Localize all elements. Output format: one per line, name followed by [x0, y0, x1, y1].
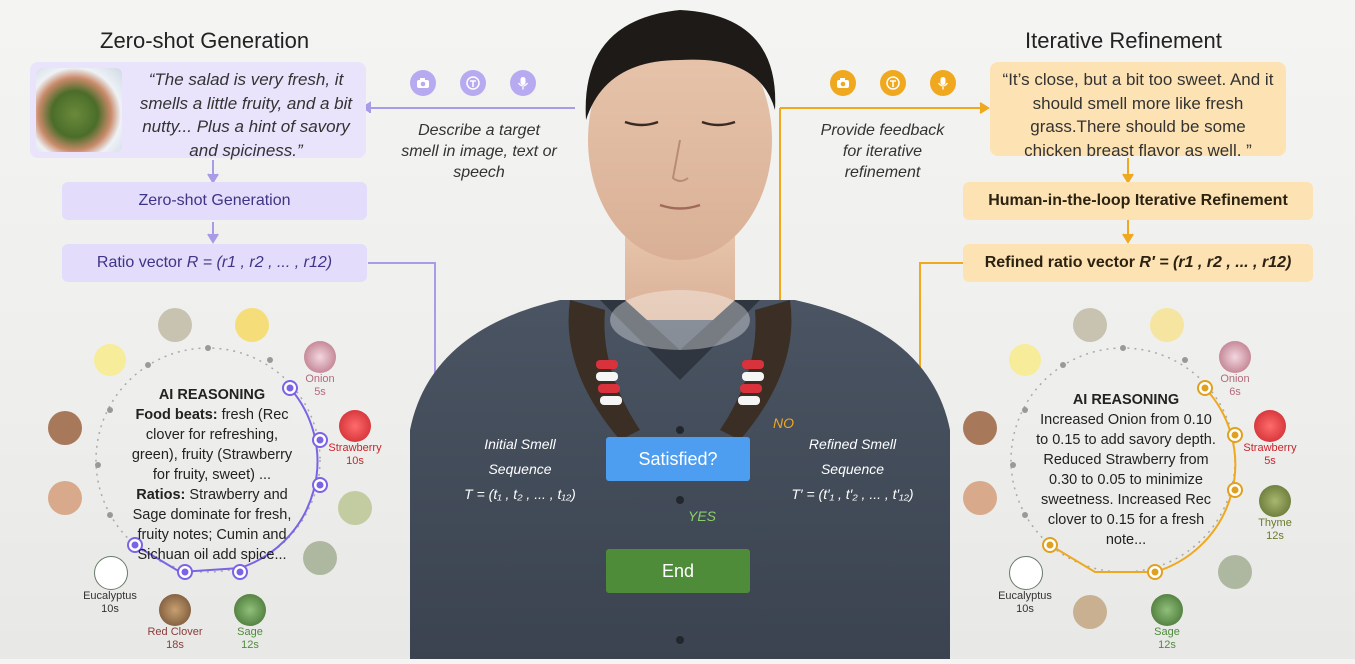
text-icon[interactable] [460, 70, 486, 96]
right-quote-card: “It’s close, but a bit too sweet. And it… [990, 62, 1286, 160]
ingredient-label: Sage 12s [1154, 626, 1180, 651]
refined-smell-sequence: Refined Smell Sequence T′ = (t′₁ , t′₂ ,… [780, 432, 925, 507]
left-describe-text: Describe a target smell in image, text o… [401, 122, 557, 181]
sage-icon [234, 594, 266, 626]
ingredient-onion-right: Onion 6s [1200, 341, 1270, 399]
zero-shot-generation-box: Zero-shot Generation [62, 182, 367, 220]
initial-seq-formula: T = (t₁ , t₂ , ... , t₁₂) [464, 486, 576, 502]
eucalyptus-icon [1009, 556, 1043, 590]
ingredient-label: Onion 5s [305, 373, 335, 398]
left-reasoning-food-label: Food beats: [135, 407, 218, 423]
right-reasoning-title: AI REASONING [1072, 392, 1180, 408]
initial-smell-sequence: Initial Smell Sequence T = (t₁ , t₂ , ..… [455, 432, 585, 507]
microphone-icon[interactable] [510, 70, 536, 96]
onion-icon [304, 341, 336, 373]
refined-ratio-formula: R′ = (r1 , r2 , ... , r12) [1139, 254, 1292, 271]
refined-ratio-label: Refined ratio vector [984, 254, 1140, 271]
right-quote-text: “It’s close, but a bit too sweet. And it… [1002, 70, 1274, 160]
ingredient-eucalyptus-left: Eucalyptus 10s [75, 556, 145, 616]
ingredient-sage-left: Sage 12s [215, 594, 285, 652]
right-reasoning-text: Increased Onion from 0.10 to 0.15 to add… [1036, 412, 1216, 548]
left-reasoning-title: AI REASONING [158, 387, 266, 403]
ingredient-thyme-right: Thyme 12s [1240, 485, 1310, 543]
human-in-the-loop-box: Human-in-the-loop Iterative Refinement [963, 182, 1313, 220]
onion-icon [1219, 341, 1251, 373]
ingredient-label: Thyme 12s [1258, 517, 1292, 542]
microphone-icon[interactable] [930, 70, 956, 96]
refined-seq-line1: Refined Smell [808, 436, 897, 452]
right-section-title: Iterative Refinement [1025, 28, 1222, 53]
left-quote-text: “The salad is very fresh, it smells a li… [139, 70, 353, 160]
ingredient-red-clover-left: Red Clover 18s [140, 594, 210, 652]
sage-icon [1151, 594, 1183, 626]
ingredient-label: Red Clover 18s [147, 626, 203, 651]
strawberry-icon [339, 410, 371, 442]
camera-icon[interactable] [410, 70, 436, 96]
ingredient-sage-right: Sage 12s [1132, 594, 1202, 652]
ingredient-onion-left: Onion 5s [285, 341, 355, 399]
right-ai-reasoning: AI REASONING Increased Onion from 0.10 t… [1036, 390, 1216, 550]
left-input-icons [410, 70, 536, 96]
initial-seq-line1: Initial Smell [484, 436, 556, 452]
no-label: NO [773, 415, 794, 431]
ingredient-label: Onion 6s [1220, 373, 1250, 398]
ingredient-eucalyptus-right: Eucalyptus 10s [990, 556, 1060, 616]
ingredient-strawberry-left: Strawberry 10s [320, 410, 390, 468]
ingredient-label: Eucalyptus 10s [998, 590, 1052, 615]
ingredient-label: Strawberry 10s [328, 442, 382, 467]
left-section-title: Zero-shot Generation [100, 28, 310, 53]
refined-ratio-vector-box: Refined ratio vector R′ = (r1 , r2 , ...… [963, 244, 1313, 282]
right-input-icons [830, 70, 956, 96]
ingredient-label: Eucalyptus 10s [83, 590, 137, 615]
end-node: End [606, 549, 750, 593]
initial-seq-line2: Sequence [488, 461, 552, 477]
left-quote-card: “The salad is very fresh, it smells a li… [30, 62, 366, 160]
satisfied-decision: Satisfied? [606, 437, 750, 481]
ratio-vector-box: Ratio vector R = (r1 , r2 , ... , r12) [62, 244, 367, 282]
ingredient-strawberry-right: Strawberry 5s [1235, 410, 1305, 468]
refined-seq-formula: T′ = (t′₁ , t′₂ , ... , t′₁₂) [791, 486, 914, 502]
eucalyptus-icon [94, 556, 128, 590]
right-describe-text: Provide feedback for iterative refinemen… [820, 122, 945, 181]
camera-icon[interactable] [830, 70, 856, 96]
left-reasoning-ratios-label: Ratios: [136, 487, 186, 503]
ingredient-label: Sage 12s [237, 626, 263, 651]
ingredient-label: Strawberry 5s [1243, 442, 1297, 467]
strawberry-icon [1254, 410, 1286, 442]
refined-seq-line2: Sequence [820, 461, 885, 477]
left-ai-reasoning: AI REASONING Food beats: fresh (Rec clov… [122, 385, 302, 565]
red-clover-icon [159, 594, 191, 626]
thyme-icon [1259, 485, 1291, 517]
salad-image [36, 68, 122, 152]
text-icon[interactable] [880, 70, 906, 96]
ratio-vector-label: Ratio vector [96, 254, 187, 271]
ratio-vector-formula: R = (r1 , r2 , ... , r12) [186, 254, 333, 271]
yes-label: YES [688, 508, 717, 524]
